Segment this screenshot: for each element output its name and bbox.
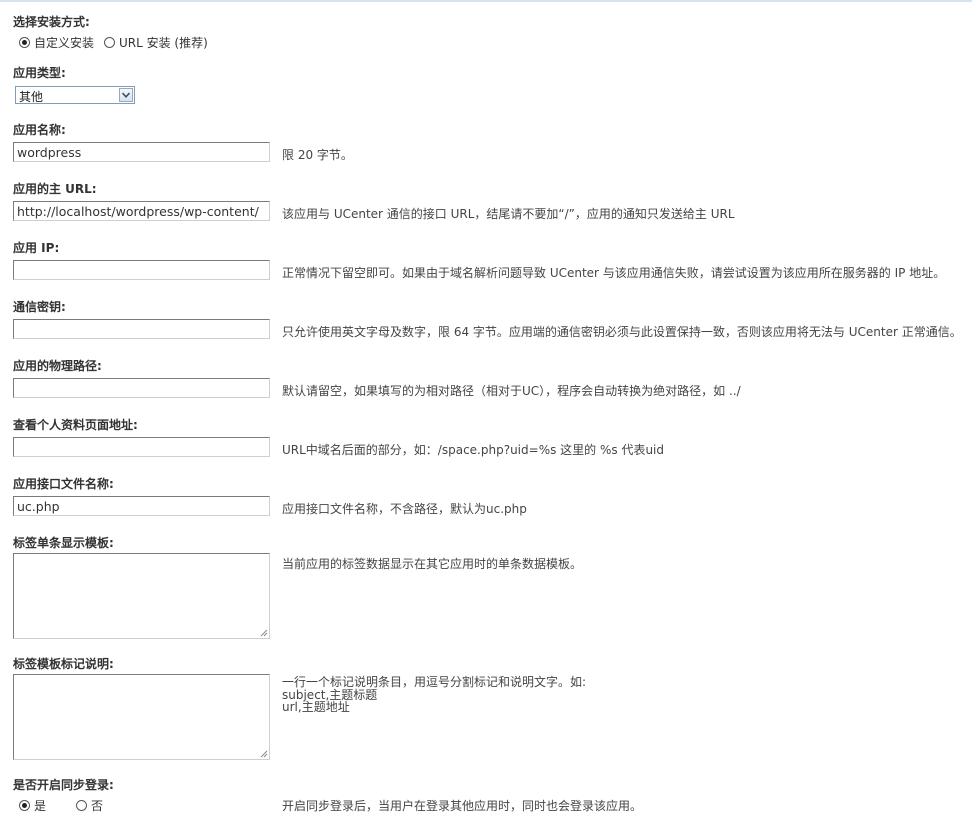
app-url-input[interactable]: http://localhost/wordpress/wp-content/ [13, 201, 270, 221]
chevron-down-icon[interactable] [119, 88, 133, 102]
tag-fields-textarea[interactable] [13, 674, 270, 760]
resize-grip-icon[interactable] [260, 750, 268, 758]
sync-login-no[interactable]: 否 [76, 797, 103, 814]
profile-url-label: 查看个人资料页面地址: [13, 418, 138, 432]
tag-fields-note-line: url,主题地址 [282, 700, 350, 714]
custom-install-label: 自定义安装 [34, 36, 95, 50]
profile-url-input[interactable] [13, 437, 270, 457]
app-name-label: 应用名称: [13, 123, 66, 137]
profile-url-note: URL中域名后面的部分，如：/space.php?uid=%s 这里的 %s 代… [282, 443, 664, 457]
app-type-selected: 其他 [19, 90, 44, 104]
app-ip-note: 正常情况下留空即可。如果由于域名解析问题导致 UCenter 与该应用通信失败，… [282, 266, 946, 280]
api-file-label: 应用接口文件名称: [13, 477, 114, 491]
radio-custom-install[interactable] [19, 37, 30, 48]
api-file-input[interactable]: uc.php [13, 496, 270, 516]
top-border [0, 0, 972, 2]
app-url-label: 应用的主 URL: [13, 182, 97, 196]
tag-template-textarea[interactable] [13, 553, 270, 639]
resize-grip-icon[interactable] [260, 629, 268, 637]
auth-key-input[interactable] [13, 319, 270, 339]
radio-sync-yes[interactable] [19, 800, 30, 811]
radio-url-install[interactable] [104, 37, 115, 48]
sync-login-yes[interactable]: 是 [19, 797, 46, 814]
app-name-note: 限 20 字节。 [282, 148, 353, 162]
tag-template-label: 标签单条显示模板: [13, 536, 114, 550]
app-path-note: 默认请留空，如果填写的为相对路径（相对于UC），程序会自动转换为绝对路径，如 .… [282, 384, 741, 398]
app-url-note: 该应用与 UCenter 通信的接口 URL，结尾请不要加“/”，应用的通知只发… [282, 207, 735, 221]
install-mode-label: 选择安装方式: [13, 15, 90, 29]
sync-login-label: 是否开启同步登录: [13, 778, 114, 792]
sync-yes-label: 是 [34, 799, 47, 813]
tag-template-note: 当前应用的标签数据显示在其它应用时的单条数据模板。 [282, 557, 583, 571]
url-install-label: URL 安装 (推荐) [119, 36, 208, 50]
app-ip-input[interactable] [13, 260, 270, 280]
app-name-input[interactable]: wordpress [13, 142, 270, 162]
app-type-select[interactable]: 其他 [15, 86, 135, 104]
auth-key-label: 通信密钥: [13, 300, 66, 314]
tag-fields-note-line: 一行一个标记说明条目，用逗号分割标记和说明文字。如: [282, 675, 587, 689]
app-path-label: 应用的物理路径: [13, 359, 102, 373]
app-type-label: 应用类型: [13, 66, 66, 80]
tag-fields-note: 一行一个标记说明条目，用逗号分割标记和说明文字。如: subject,主题标题 … [282, 676, 586, 714]
app-ip-label: 应用 IP: [13, 241, 60, 255]
tag-fields-label: 标签模板标记说明: [13, 657, 114, 671]
api-file-note: 应用接口文件名称，不含路径，默认为uc.php [282, 502, 527, 516]
sync-login-note: 开启同步登录后，当用户在登录其他应用时，同时也会登录该应用。 [282, 799, 643, 813]
auth-key-note: 只允许使用英文字母及数字，限 64 字节。应用端的通信密钥必须与此设置保持一致，… [282, 325, 962, 339]
radio-sync-no[interactable] [76, 800, 87, 811]
app-path-input[interactable] [13, 378, 270, 398]
sync-no-label: 否 [91, 799, 104, 813]
install-mode-url[interactable]: URL 安装 (推荐) [104, 34, 208, 51]
install-mode-custom[interactable]: 自定义安装 [19, 34, 94, 51]
